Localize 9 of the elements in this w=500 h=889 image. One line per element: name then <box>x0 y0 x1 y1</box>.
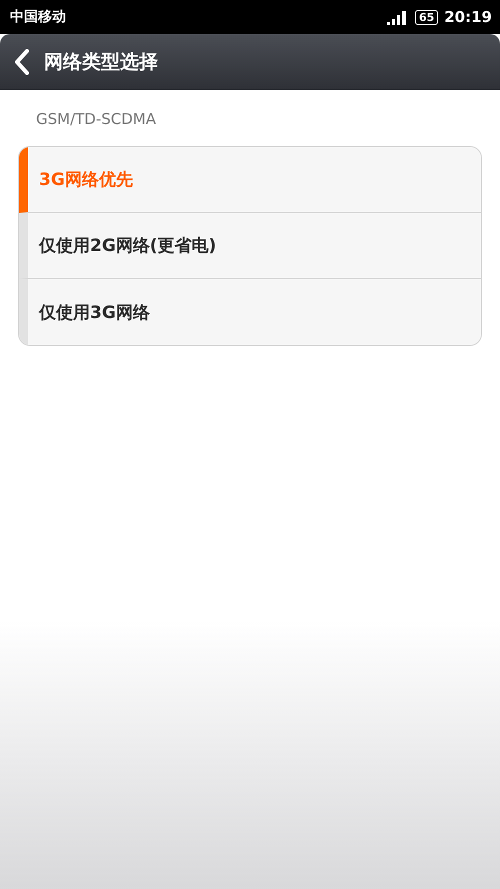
clock: 20:19 <box>444 8 492 26</box>
section-header: GSM/TD-SCDMA <box>35 109 158 126</box>
back-icon[interactable] <box>14 49 30 75</box>
carrier-name: 中国移动 <box>10 8 67 26</box>
signal-icon <box>386 9 409 25</box>
network-option[interactable]: 仅使用3G网络 <box>19 279 481 345</box>
network-option[interactable]: 仅使用2G网络(更省电) <box>19 213 481 279</box>
battery-level: 65 <box>414 10 438 24</box>
screen-title: 网络类型选择 <box>44 50 158 75</box>
